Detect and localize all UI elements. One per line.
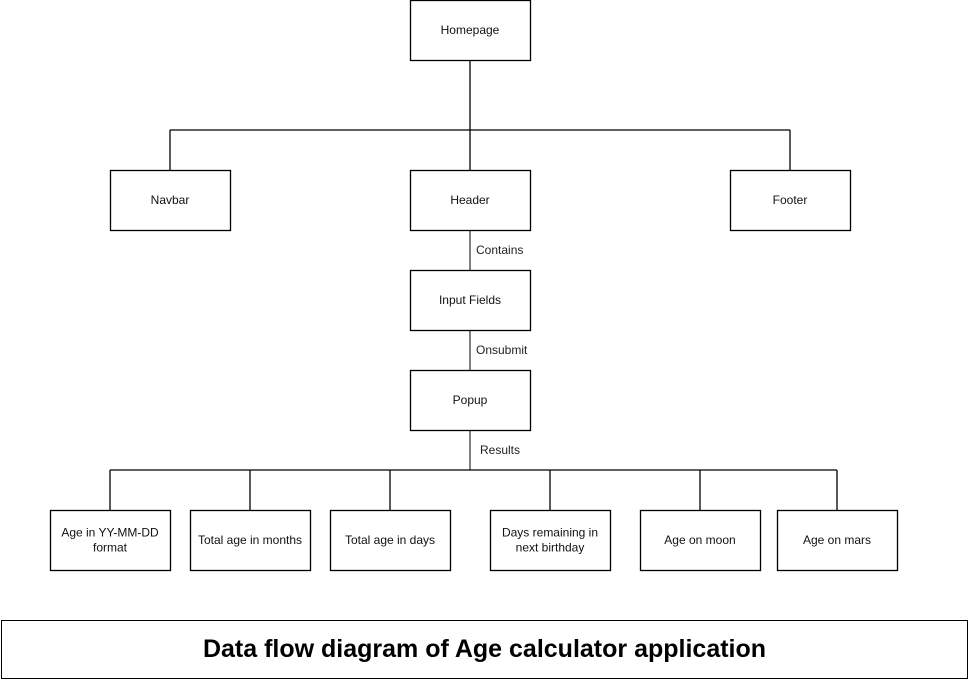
data-flow-diagram: Contains Onsubmit Results Homepage Navbar He… <box>49 0 899 572</box>
node-header: Header <box>409 169 532 232</box>
node-label: Age in YY-MM-DD <box>61 526 159 540</box>
edge-label-contains: Contains <box>476 243 523 257</box>
node-label: Age on moon <box>664 533 735 547</box>
node-days-remaining: Days remaining innext birthday <box>489 509 612 572</box>
node-popup: Popup <box>409 369 532 432</box>
node-label: format <box>93 541 128 555</box>
node-homepage: Homepage <box>409 0 532 62</box>
node-label: Navbar <box>151 193 190 207</box>
node-label: Input Fields <box>439 293 501 307</box>
node-label: Total age in days <box>345 533 435 547</box>
node-label: next birthday <box>516 541 585 555</box>
node-age-yymmdd: Age in YY-MM-DDformat <box>49 509 172 572</box>
node-total-months: Total age in months <box>189 509 312 572</box>
node-age-moon: Age on moon <box>639 509 762 572</box>
node-input-fields: Input Fields <box>409 269 532 332</box>
node-age-mars: Age on mars <box>776 509 899 572</box>
node-label: Total age in months <box>198 533 302 547</box>
diagram-caption-box: Data flow diagram of Age calculator appl… <box>1 620 968 679</box>
node-label: Homepage <box>441 23 500 37</box>
node-label: Footer <box>773 193 808 207</box>
node-total-days: Total age in days <box>329 509 452 572</box>
edge-label-onsubmit: Onsubmit <box>476 343 528 357</box>
node-label: Header <box>450 193 489 207</box>
diagram-caption: Data flow diagram of Age calculator appl… <box>202 635 767 663</box>
edge-label-results: Results <box>480 443 520 457</box>
node-label: Age on mars <box>803 533 871 547</box>
node-label: Days remaining in <box>502 526 598 540</box>
node-navbar: Navbar <box>109 169 232 232</box>
node-label: Popup <box>453 393 488 407</box>
node-footer: Footer <box>729 169 852 232</box>
